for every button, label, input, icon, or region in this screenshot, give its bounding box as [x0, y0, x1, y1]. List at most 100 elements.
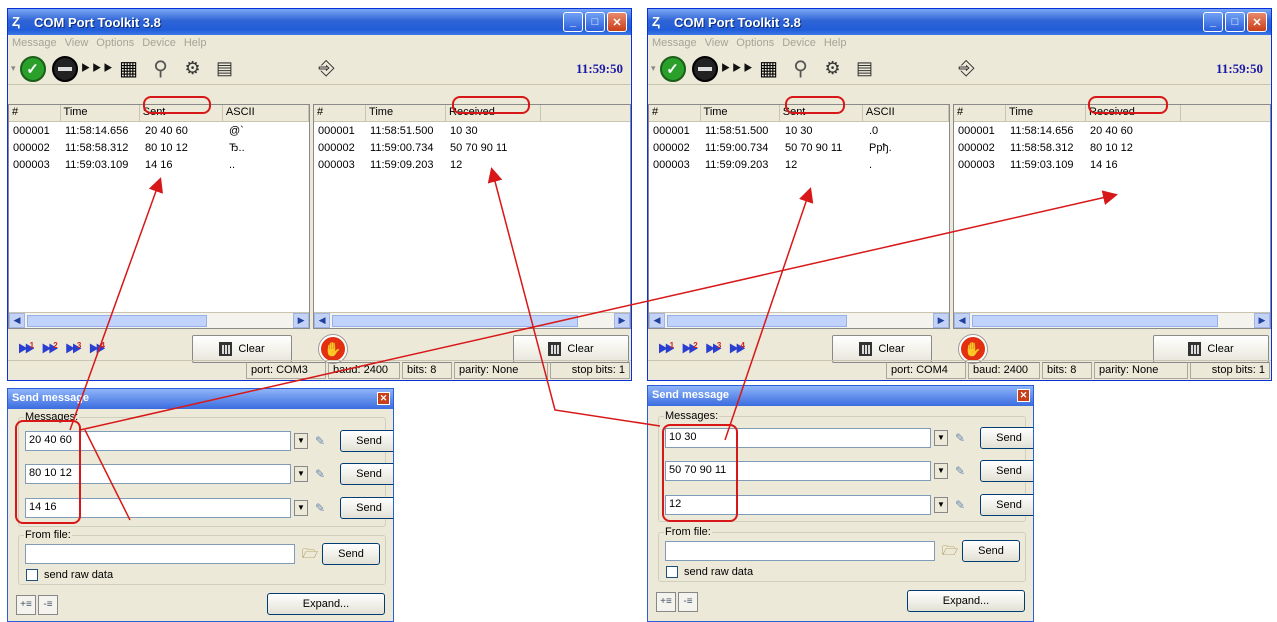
minimize-button[interactable]: _: [563, 12, 583, 32]
horizontal-scrollbar[interactable]: ◀ ▶: [314, 312, 630, 328]
edit-icon[interactable]: ✎: [951, 496, 969, 514]
chevron-down-icon[interactable]: ▼: [934, 430, 948, 446]
table-row[interactable]: 000003 11:59:03.109 14 16..: [9, 156, 309, 173]
edit-icon[interactable]: ✎: [311, 465, 329, 483]
exit-door-icon[interactable]: ⎆: [952, 55, 982, 83]
chevron-down-icon[interactable]: ▾: [651, 63, 656, 74]
macro-4-icon[interactable]: ⯈⯈4: [727, 341, 747, 359]
file-path-input[interactable]: [665, 541, 935, 561]
horizontal-scrollbar[interactable]: ◀ ▶: [649, 312, 950, 328]
chevron-down-icon[interactable]: ▼: [294, 466, 308, 482]
col-number[interactable]: #: [954, 105, 1007, 121]
send-button[interactable]: Send: [980, 427, 1033, 449]
stop-hand-icon[interactable]: ✋: [959, 335, 987, 363]
send-file-button[interactable]: Send: [322, 543, 380, 565]
table-row[interactable]: 000001 11:58:51.500 10 30 .0: [649, 122, 949, 139]
menu-options[interactable]: Options: [96, 37, 134, 51]
start-button[interactable]: ✓: [658, 55, 688, 83]
table-row[interactable]: 000003 11:59:03.109 14 16: [954, 156, 1270, 173]
add-message-icon[interactable]: +≡: [656, 592, 676, 612]
scroll-thumb[interactable]: [667, 314, 848, 327]
file-path-input[interactable]: [25, 544, 295, 564]
menu-help[interactable]: Help: [824, 37, 847, 51]
macro-2-icon[interactable]: ⯈⯈2: [40, 341, 60, 359]
scroll-right-icon[interactable]: ▶: [614, 313, 630, 328]
macro-3-icon[interactable]: ⯈⯈3: [63, 341, 83, 359]
stop-hand-icon[interactable]: ✋: [319, 335, 347, 363]
scroll-thumb[interactable]: [972, 314, 1219, 327]
received-pane[interactable]: # Time Received 000001 11:58:51.500 10 30 …: [313, 104, 631, 329]
port-config-icon[interactable]: ⚲: [786, 55, 816, 83]
send-button[interactable]: Send: [340, 497, 393, 519]
col-ascii[interactable]: ASCII: [863, 105, 950, 121]
stop-button[interactable]: [690, 55, 720, 83]
table-row[interactable]: 000002 11:59:00.734 50 70 90 11 Ppђ.: [649, 139, 949, 156]
expand-button[interactable]: Expand...: [267, 593, 385, 615]
table-row[interactable]: 000002 11:58:58.312 80 10 12: [954, 139, 1270, 156]
chevron-down-icon[interactable]: ▼: [294, 500, 308, 516]
sent-pane[interactable]: # Time Sent ASCII 000001 11:58:51.500 10 3…: [648, 104, 951, 329]
menu-view[interactable]: View: [705, 37, 729, 51]
table-row[interactable]: 000002 11:58:58.312 80 10 12 Ђ..: [9, 139, 309, 156]
macro-1-icon[interactable]: ⯈⯈1: [656, 341, 676, 359]
col-number[interactable]: #: [649, 105, 701, 121]
table-row[interactable]: 000003 11:59:09.203 12.: [649, 156, 949, 173]
chevron-down-icon[interactable]: ▼: [934, 463, 948, 479]
menu-help[interactable]: Help: [184, 37, 207, 51]
clear-received-button[interactable]: Clear: [1153, 335, 1269, 363]
device-icon[interactable]: ⚙: [178, 55, 208, 83]
col-ascii[interactable]: ASCII: [223, 105, 310, 121]
col-number[interactable]: #: [314, 105, 367, 121]
macro-1-icon[interactable]: ⯈⯈1: [16, 341, 36, 359]
table-row[interactable]: 000003 11:59:09.203 12: [314, 156, 630, 173]
table-row[interactable]: 000001 11:58:14.656 20 40 60 @`: [9, 122, 309, 139]
col-time[interactable]: Time: [61, 105, 140, 121]
edit-icon[interactable]: ✎: [311, 499, 329, 517]
checkbox-box[interactable]: [666, 566, 678, 578]
terminal-icon[interactable]: ▤: [850, 55, 880, 83]
close-icon[interactable]: ✕: [1017, 389, 1030, 402]
menu-message[interactable]: Message: [652, 37, 697, 51]
send-sequence-icon[interactable]: ⯈⯈⯈: [80, 55, 114, 83]
scroll-left-icon[interactable]: ◀: [954, 313, 971, 328]
menu-view[interactable]: View: [65, 37, 89, 51]
send-button[interactable]: Send: [340, 430, 393, 452]
close-icon[interactable]: ✕: [377, 392, 390, 405]
terminal-icon[interactable]: ▤: [210, 55, 240, 83]
chevron-down-icon[interactable]: ▼: [294, 433, 308, 449]
edit-icon[interactable]: ✎: [951, 429, 969, 447]
clear-sent-button[interactable]: Clear: [832, 335, 932, 363]
expand-button[interactable]: Expand...: [907, 590, 1025, 612]
send-sequence-icon[interactable]: ⯈⯈⯈: [720, 55, 754, 83]
menu-device[interactable]: Device: [782, 37, 816, 51]
raw-data-checkbox[interactable]: send raw data: [666, 566, 753, 578]
start-button[interactable]: ✓: [18, 55, 48, 83]
close-button[interactable]: ✕: [1247, 12, 1267, 32]
scroll-right-icon[interactable]: ▶: [933, 313, 950, 328]
maximize-button[interactable]: □: [1225, 12, 1245, 32]
send-button[interactable]: Send: [980, 460, 1033, 482]
col-time[interactable]: Time: [701, 105, 780, 121]
horizontal-scrollbar[interactable]: ◀ ▶: [9, 312, 310, 328]
chevron-down-icon[interactable]: ▾: [11, 63, 16, 74]
menu-message[interactable]: Message: [12, 37, 57, 51]
scroll-thumb[interactable]: [27, 314, 208, 327]
edit-icon[interactable]: ✎: [951, 462, 969, 480]
remove-message-icon[interactable]: -≡: [38, 595, 58, 615]
log-view-icon[interactable]: ▦: [114, 55, 144, 83]
menu-options[interactable]: Options: [736, 37, 774, 51]
remove-message-icon[interactable]: -≡: [678, 592, 698, 612]
send-file-button[interactable]: Send: [962, 540, 1020, 562]
edit-icon[interactable]: ✎: [311, 432, 329, 450]
folder-open-icon[interactable]: 🗁: [942, 542, 958, 564]
port-config-icon[interactable]: ⚲: [146, 55, 176, 83]
sent-pane[interactable]: # Time Sent ASCII 000001 11:58:14.656 20 4…: [8, 104, 311, 329]
clear-sent-button[interactable]: Clear: [192, 335, 292, 363]
table-row[interactable]: 000001 11:58:51.500 10 30: [314, 122, 630, 139]
close-button[interactable]: ✕: [607, 12, 627, 32]
received-pane[interactable]: # Time Received 000001 11:58:14.656 20 40 …: [953, 104, 1271, 329]
send-button[interactable]: Send: [980, 494, 1033, 516]
scroll-thumb[interactable]: [332, 314, 579, 327]
scroll-right-icon[interactable]: ▶: [1254, 313, 1270, 328]
folder-open-icon[interactable]: 🗁: [302, 545, 318, 567]
